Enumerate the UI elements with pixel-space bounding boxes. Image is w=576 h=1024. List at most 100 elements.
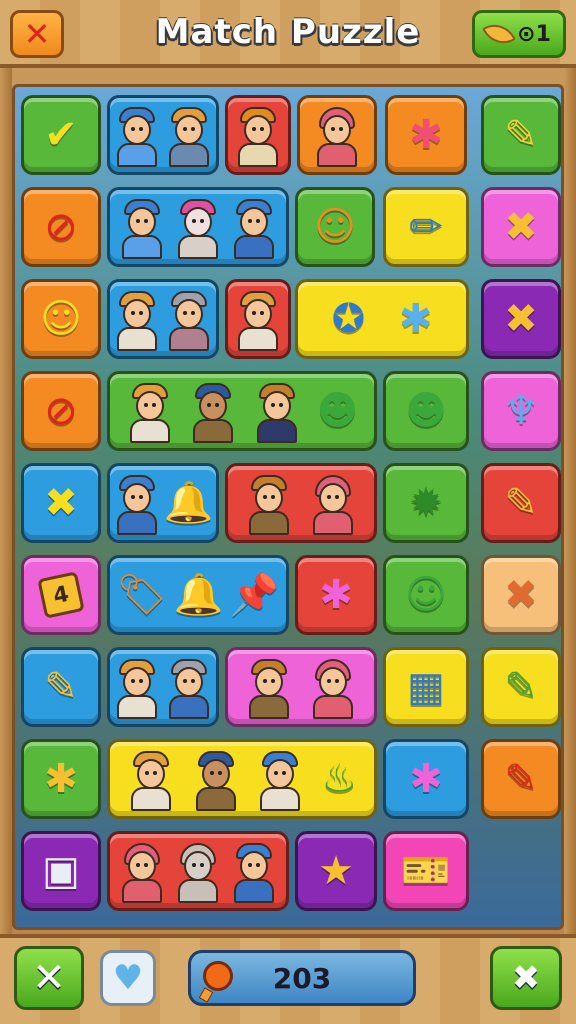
number-tag-icon: 4	[37, 571, 85, 619]
score-value: 203	[272, 961, 332, 995]
tile-eraser-tool[interactable]: ▦	[383, 647, 469, 727]
worker-icon	[230, 839, 278, 903]
leaf-icon	[482, 16, 517, 52]
woman-icon	[309, 655, 357, 719]
bell-icon: 🔔	[163, 480, 214, 526]
tile-compass-blob[interactable]: ✪ ✱	[295, 279, 469, 359]
cancel-button[interactable]: ✕	[14, 946, 84, 1010]
currency-value: 1	[535, 21, 551, 47]
key-tag-icon: 🏷	[116, 572, 168, 618]
smiley-icon: ☺	[40, 296, 82, 342]
check-badge-icon: ✔	[44, 112, 78, 158]
tile-candy-pin[interactable]: ✱	[383, 739, 469, 819]
tile-green-blob[interactable]: ☻	[383, 371, 469, 451]
worker-icon	[165, 287, 213, 351]
tools-icon: ✖	[511, 958, 541, 998]
woman-icon	[309, 471, 357, 535]
candy-pin-icon: ✱	[409, 756, 443, 802]
worker-icon	[174, 195, 222, 259]
tile-cross-tool[interactable]: ✖	[481, 187, 561, 267]
tile-no-sign-red[interactable]: ⊘	[21, 371, 101, 451]
green-blob-icon: ☻	[316, 388, 359, 434]
push-pin-icon: ♆	[503, 388, 539, 434]
currency-counter[interactable]: ⊙ 1	[472, 10, 566, 58]
tile-ruler-peach[interactable]: ✖	[481, 555, 561, 635]
worker-icon	[230, 195, 278, 259]
worker-icon	[165, 655, 213, 719]
tile-tag-4[interactable]: 4	[21, 555, 101, 635]
tile-dispenser[interactable]: ▣	[21, 831, 101, 911]
worker-icon	[113, 103, 161, 167]
worker-icon	[189, 379, 237, 443]
tile-star-wand[interactable]: ★	[295, 831, 377, 911]
game-board: ✔ ✱ ✎ ⊘ ☺ ✏ ✖ ☺ ✪ ✱ ✖ ⊘ ☻ ☻ ♆ ✖ 🔔 ✹ ✎ 4 …	[12, 84, 564, 930]
tile-worker-trio-red[interactable]	[107, 831, 289, 911]
tile-pencil-green[interactable]: ✎	[481, 647, 561, 727]
tile-gear-badge[interactable]: ✹	[383, 463, 469, 543]
tile-pink-pin[interactable]: ✱	[295, 555, 377, 635]
pink-blob-icon: ✱	[409, 112, 443, 158]
tile-pencil-blue[interactable]: ✎	[21, 647, 101, 727]
tile-worker-woman[interactable]	[297, 95, 377, 175]
tile-worker-pair-c[interactable]	[107, 647, 219, 727]
tile-pencil[interactable]: ✎	[481, 95, 561, 175]
tile-smiley-pin[interactable]: ☺	[295, 187, 375, 267]
pencil-icon: ✎	[504, 112, 538, 158]
tile-pencil-orange[interactable]: ✎	[481, 739, 561, 819]
tile-worker-duo-pink[interactable]	[225, 647, 377, 727]
tile-worker-trio-yellow[interactable]: ♨	[107, 739, 377, 819]
worker-icon	[256, 747, 304, 811]
woman-icon	[313, 103, 361, 167]
star-wand-icon: ★	[318, 848, 354, 894]
tile-marker[interactable]: ✏	[383, 187, 469, 267]
tile-no-sign[interactable]: ⊘	[21, 187, 101, 267]
ticket-icon: 🎫	[401, 848, 451, 894]
marker-icon: ✏	[409, 204, 443, 250]
worker-icon	[174, 839, 222, 903]
worker-icon	[165, 103, 213, 167]
tile-tag-key-bell[interactable]: 🏷 🔔 📌	[107, 555, 289, 635]
star-blob-icon: ✱	[44, 756, 78, 802]
tile-ticket[interactable]: 🎫	[383, 831, 469, 911]
tile-worker-bell[interactable]: 🔔	[107, 463, 219, 543]
ruler-icon: ✖	[504, 572, 538, 618]
compass-icon: ✪	[331, 296, 366, 342]
wood-frame-left	[0, 68, 12, 934]
tile-worker-pair-b[interactable]	[107, 279, 219, 359]
tile-push-pin[interactable]: ♆	[481, 371, 561, 451]
worker-icon	[113, 655, 161, 719]
tile-worker-duo-red[interactable]	[225, 463, 377, 543]
worker-icon	[253, 379, 301, 443]
tile-worker-pair[interactable]	[107, 95, 219, 175]
worker-icon	[245, 471, 293, 535]
bell-icon: 🔔	[173, 572, 224, 618]
woman-icon	[118, 839, 166, 903]
heart-button[interactable]: ♥	[100, 950, 156, 1006]
pin-icon	[203, 961, 233, 991]
tile-ruler-purple[interactable]: ✖	[481, 279, 561, 359]
tile-pencil-red[interactable]: ✎	[481, 463, 561, 543]
tile-worker-trio-green[interactable]: ☻	[107, 371, 377, 451]
cross-tool-icon: ✖	[504, 204, 538, 250]
tile-star-blob[interactable]: ✱	[21, 739, 101, 819]
x-cross-icon: ✖	[44, 480, 78, 526]
pencil-icon: ✎	[504, 480, 538, 526]
tile-x-cross[interactable]: ✖	[21, 463, 101, 543]
worker-icon	[192, 747, 240, 811]
x-icon: ✕	[32, 955, 66, 1001]
tile-worker-trio[interactable]	[107, 187, 289, 267]
tools-button[interactable]: ✖	[490, 946, 562, 1010]
pencil-icon: ✎	[504, 664, 538, 710]
no-sign-icon: ⊘	[44, 204, 78, 250]
tile-green-smiley[interactable]: ☺	[383, 555, 469, 635]
tile-worker-old[interactable]	[225, 279, 291, 359]
pink-pin-icon: ✱	[319, 572, 353, 618]
tile-pink-blob[interactable]: ✱	[385, 95, 467, 175]
pencil-icon: ✎	[44, 664, 78, 710]
tile-smiley-yellow[interactable]: ☺	[21, 279, 101, 359]
dispenser-icon: ▣	[42, 848, 80, 894]
tile-check-badge[interactable]: ✔	[21, 95, 101, 175]
green-blob-icon: ☻	[405, 388, 447, 434]
tile-worker-helmet[interactable]	[225, 95, 291, 175]
score-display: 203	[188, 950, 416, 1006]
